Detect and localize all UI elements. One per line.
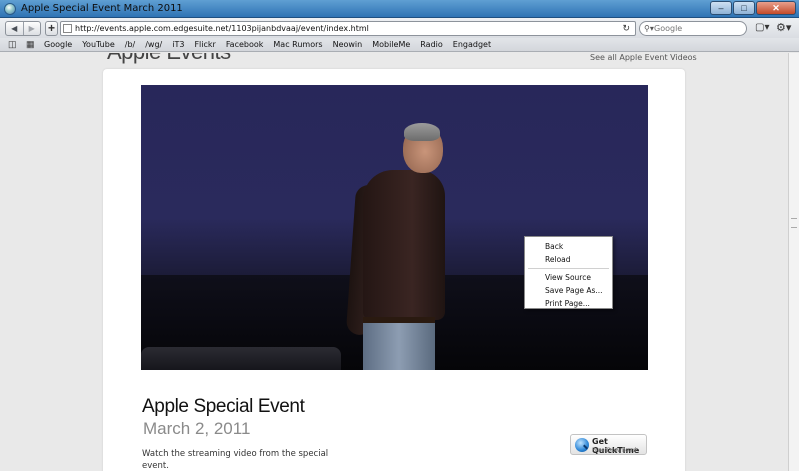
reload-icon[interactable]: ↻ [622,22,630,35]
bookmark-engadget[interactable]: Engadget [453,39,491,50]
video-player[interactable] [141,85,648,370]
nav-button-group: ◀ ▶ [5,21,41,36]
see-all-videos-link[interactable]: See all Apple Event Videos [590,53,697,62]
forward-button[interactable]: ▶ [22,22,41,35]
search-bar[interactable]: ⚲▾ [639,21,747,36]
minimize-button[interactable]: – [710,1,732,15]
back-button[interactable]: ◀ [6,22,23,35]
maximize-button[interactable]: □ [733,1,755,15]
bookmark-mobileme[interactable]: MobileMe [372,39,410,50]
page-menu-button[interactable]: ▢▾ [755,22,769,33]
site-title[interactable]: Apple Events [107,53,231,65]
context-menu-reload[interactable]: Reload [525,253,612,266]
address-bar[interactable]: http://events.apple.com.edgesuite.net/11… [60,21,636,36]
bookmark-list: Google YouTube /b/ /wg/ iT3 Flickr Faceb… [44,39,501,50]
bookmark-facebook[interactable]: Facebook [226,39,264,50]
magnifier-icon[interactable]: ⚲▾ [644,22,654,35]
context-menu-save-page-as[interactable]: Save Page As... [525,284,612,297]
context-menu-back[interactable]: Back [525,240,612,253]
search-input[interactable] [654,23,742,34]
bookmark-radio[interactable]: Radio [420,39,442,50]
bookmark-neowin[interactable]: Neowin [333,39,363,50]
address-url[interactable]: http://events.apple.com.edgesuite.net/11… [75,23,369,35]
page-content: Apple Events See all Apple Event Videos … [0,53,788,471]
close-button[interactable]: ✕ [756,1,796,15]
quicktime-icon [575,438,589,452]
presenter-legs [363,317,435,370]
settings-menu-button[interactable]: ⚙▾ [776,21,791,34]
window-controls: – □ ✕ [709,1,796,15]
bookmarks-bar: ◫ ▦ Google YouTube /b/ /wg/ iT3 Flickr F… [0,38,799,52]
scrollbar-grip[interactable] [791,218,797,228]
bookmark-it3[interactable]: iT3 [172,39,184,50]
add-bookmark-button[interactable]: + [45,21,58,36]
presenter-hair [404,123,440,141]
event-title: Apple Special Event [142,396,305,417]
presenter-belt [363,317,435,323]
browser-toolbar: ◀ ▶ + http://events.apple.com.edgesuite.… [0,18,799,38]
context-menu-separator [528,268,609,269]
context-menu: Back Reload View Source Save Page As... … [524,236,613,309]
window-titlebar: Apple Special Event March 2011 – □ ✕ [0,0,799,18]
window-title: Apple Special Event March 2011 [21,3,183,14]
event-date: March 2, 2011 [143,419,251,438]
video-stage-prop [141,347,341,370]
bookmark-youtube[interactable]: YouTube [82,39,115,50]
presenter-body [363,170,445,320]
vertical-scrollbar[interactable] [788,53,799,471]
event-description: Watch the streaming video from the speci… [142,449,329,471]
get-quicktime-button[interactable]: Get QuickTime Free Download [570,434,647,455]
top-sites-grid-icon[interactable]: ▦ [26,39,35,50]
bookmark-mac-rumors[interactable]: Mac Rumors [273,39,322,50]
page-favicon-icon [63,24,72,33]
bookmark-b[interactable]: /b/ [125,39,135,50]
context-menu-print-page[interactable]: Print Page... [525,297,612,310]
bookmarks-book-icon[interactable]: ◫ [8,39,17,50]
browser-app-icon [4,3,16,15]
quicktime-subtitle: Free Download [592,447,637,454]
bookmark-google[interactable]: Google [44,39,72,50]
context-menu-view-source[interactable]: View Source [525,271,612,284]
bookmark-flickr[interactable]: Flickr [194,39,215,50]
bookmark-wg[interactable]: /wg/ [145,39,162,50]
